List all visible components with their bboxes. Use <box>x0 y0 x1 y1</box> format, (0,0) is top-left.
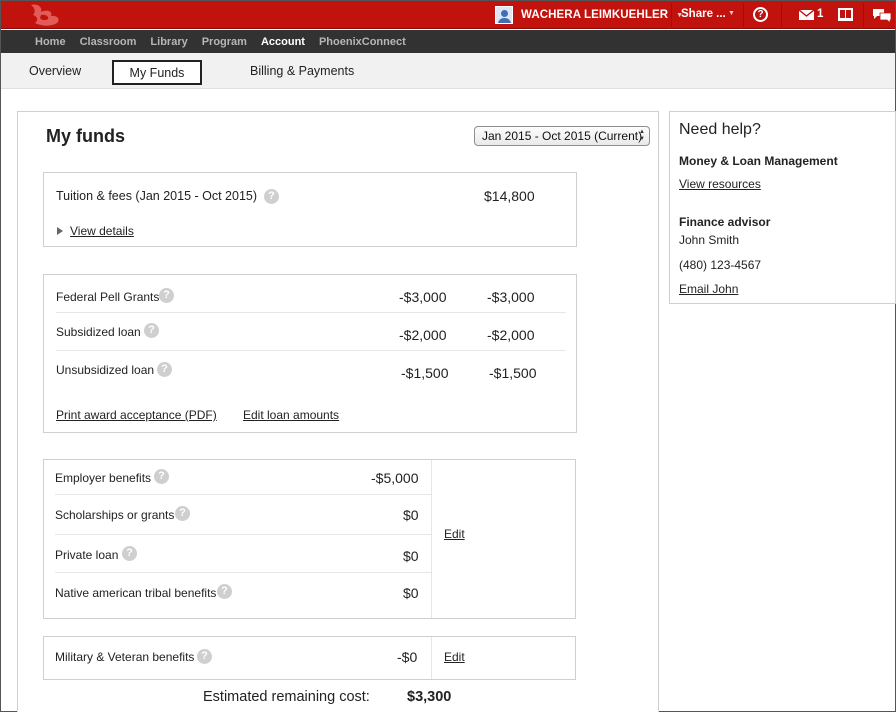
view-resources-link[interactable]: View resources <box>679 177 761 191</box>
tuition-label: Tuition & fees (Jan 2015 - Oct 2015) <box>56 189 258 203</box>
tab-my-funds[interactable]: My Funds <box>112 60 202 85</box>
select-arrows-icon: ▲ ▼ <box>639 129 645 142</box>
award-label: Unsubsidized loan <box>56 363 155 377</box>
award-label: Subsidized loan <box>56 325 141 339</box>
award-label: Federal Pell Grants <box>56 290 160 304</box>
email-advisor-link[interactable]: Email John <box>679 282 738 296</box>
account-subnav: Overview My Funds Billing & Payments <box>1 53 895 89</box>
help-panel: Need help? Money & Loan Management View … <box>669 111 896 304</box>
mail-count: 1 <box>817 8 824 20</box>
other-amount: $0 <box>403 585 419 601</box>
estimated-cost-value: $3,300 <box>407 689 452 705</box>
divider <box>863 3 864 27</box>
help-circle-icon[interactable]: ? <box>159 288 174 303</box>
period-select-value: Jan 2015 - Oct 2015 (Current) <box>482 129 643 143</box>
military-box: Military & Veteran benefits ? -$0 Edit <box>43 636 576 680</box>
edit-other-funding-link[interactable]: Edit <box>444 527 465 541</box>
help-circle-icon[interactable]: ? <box>144 323 159 338</box>
tuition-amount: $14,800 <box>484 188 535 204</box>
help-circle-icon[interactable]: ? <box>157 362 172 377</box>
print-award-link[interactable]: Print award acceptance (PDF) <box>56 408 217 422</box>
mail-icon[interactable] <box>799 10 814 20</box>
share-button[interactable]: Share ... <box>681 8 726 20</box>
page-title: My funds <box>46 126 125 146</box>
military-label: Military & Veteran benefits <box>55 650 195 664</box>
edit-military-link[interactable]: Edit <box>444 650 465 664</box>
help-section-title: Finance advisor <box>679 215 771 229</box>
other-amount: $0 <box>403 548 419 564</box>
military-amount: -$0 <box>397 649 418 665</box>
divider <box>781 3 782 27</box>
other-amount: $0 <box>403 507 419 523</box>
help-circle-icon[interactable]: ? <box>175 506 190 521</box>
chat-icon[interactable] <box>872 7 892 23</box>
my-funds-panel: My funds Jan 2015 - Oct 2015 (Current) ▲… <box>17 111 659 712</box>
award-amount-2: -$2,000 <box>487 327 535 343</box>
book-icon[interactable] <box>838 8 853 21</box>
other-label: Private loan <box>55 548 119 562</box>
divider <box>431 460 432 618</box>
help-circle-icon[interactable]: ? <box>122 546 137 561</box>
expand-triangle-icon[interactable] <box>57 227 63 235</box>
user-menu[interactable]: WACHERA LEIMKUEHLER ▼ <box>495 5 683 25</box>
tab-overview[interactable]: Overview <box>29 60 81 85</box>
awards-box: Federal Pell Grants ? -$3,000 -$3,000 Su… <box>43 274 577 433</box>
award-amount-1: -$3,000 <box>399 289 447 305</box>
chevron-down-icon: ▼ <box>728 10 735 17</box>
estimated-cost-label: Estimated remaining cost: <box>203 689 370 705</box>
award-amount-1: -$2,000 <box>399 327 447 343</box>
nav-item-account[interactable]: Account <box>261 36 305 48</box>
help-title: Need help? <box>679 121 761 138</box>
phoenix-logo-icon[interactable] <box>27 1 67 29</box>
divider <box>431 637 432 679</box>
other-funding-box: Employer benefits ? -$5,000 Scholarships… <box>43 459 576 619</box>
nav-item-program[interactable]: Program <box>202 36 247 48</box>
help-icon[interactable]: ? <box>753 7 768 22</box>
nav-item-phoenixconnect[interactable]: PhoenixConnect <box>319 36 406 48</box>
nav-item-home[interactable]: Home <box>35 36 66 48</box>
help-circle-icon[interactable]: ? <box>217 584 232 599</box>
divider <box>55 534 431 535</box>
help-circle-icon[interactable]: ? <box>264 189 279 204</box>
tab-billing-payments[interactable]: Billing & Payments <box>250 60 354 85</box>
advisor-phone: (480) 123-4567 <box>679 258 762 272</box>
help-circle-icon[interactable]: ? <box>154 469 169 484</box>
tuition-box: Tuition & fees (Jan 2015 - Oct 2015) ? $… <box>43 172 577 247</box>
other-label: Native american tribal benefits <box>55 586 217 600</box>
period-select[interactable]: Jan 2015 - Oct 2015 (Current) ▲ ▼ <box>474 126 650 146</box>
divider <box>55 572 431 573</box>
divider <box>56 350 566 351</box>
user-name: WACHERA LEIMKUEHLER <box>521 9 669 21</box>
view-details-link[interactable]: View details <box>70 224 134 238</box>
nav-item-library[interactable]: Library <box>150 36 187 48</box>
award-amount-1: -$1,500 <box>401 365 449 381</box>
award-amount-2: -$1,500 <box>489 365 537 381</box>
divider <box>671 3 672 27</box>
help-circle-icon[interactable]: ? <box>197 649 212 664</box>
avatar <box>495 6 513 24</box>
top-bar: WACHERA LEIMKUEHLER ▼ Share ... ▼ ? 1 <box>1 1 895 29</box>
divider <box>55 494 431 495</box>
main-nav: Home Classroom Library Program Account P… <box>1 30 895 53</box>
advisor-name: John Smith <box>679 233 740 247</box>
other-amount: -$5,000 <box>371 470 419 486</box>
divider <box>56 312 566 313</box>
other-label: Scholarships or grants <box>55 508 175 522</box>
divider <box>743 3 744 27</box>
help-section-title: Money & Loan Management <box>679 154 838 168</box>
edit-loan-amounts-link[interactable]: Edit loan amounts <box>243 408 339 422</box>
other-label: Employer benefits <box>55 471 152 485</box>
nav-item-classroom[interactable]: Classroom <box>80 36 137 48</box>
award-amount-2: -$3,000 <box>487 289 535 305</box>
